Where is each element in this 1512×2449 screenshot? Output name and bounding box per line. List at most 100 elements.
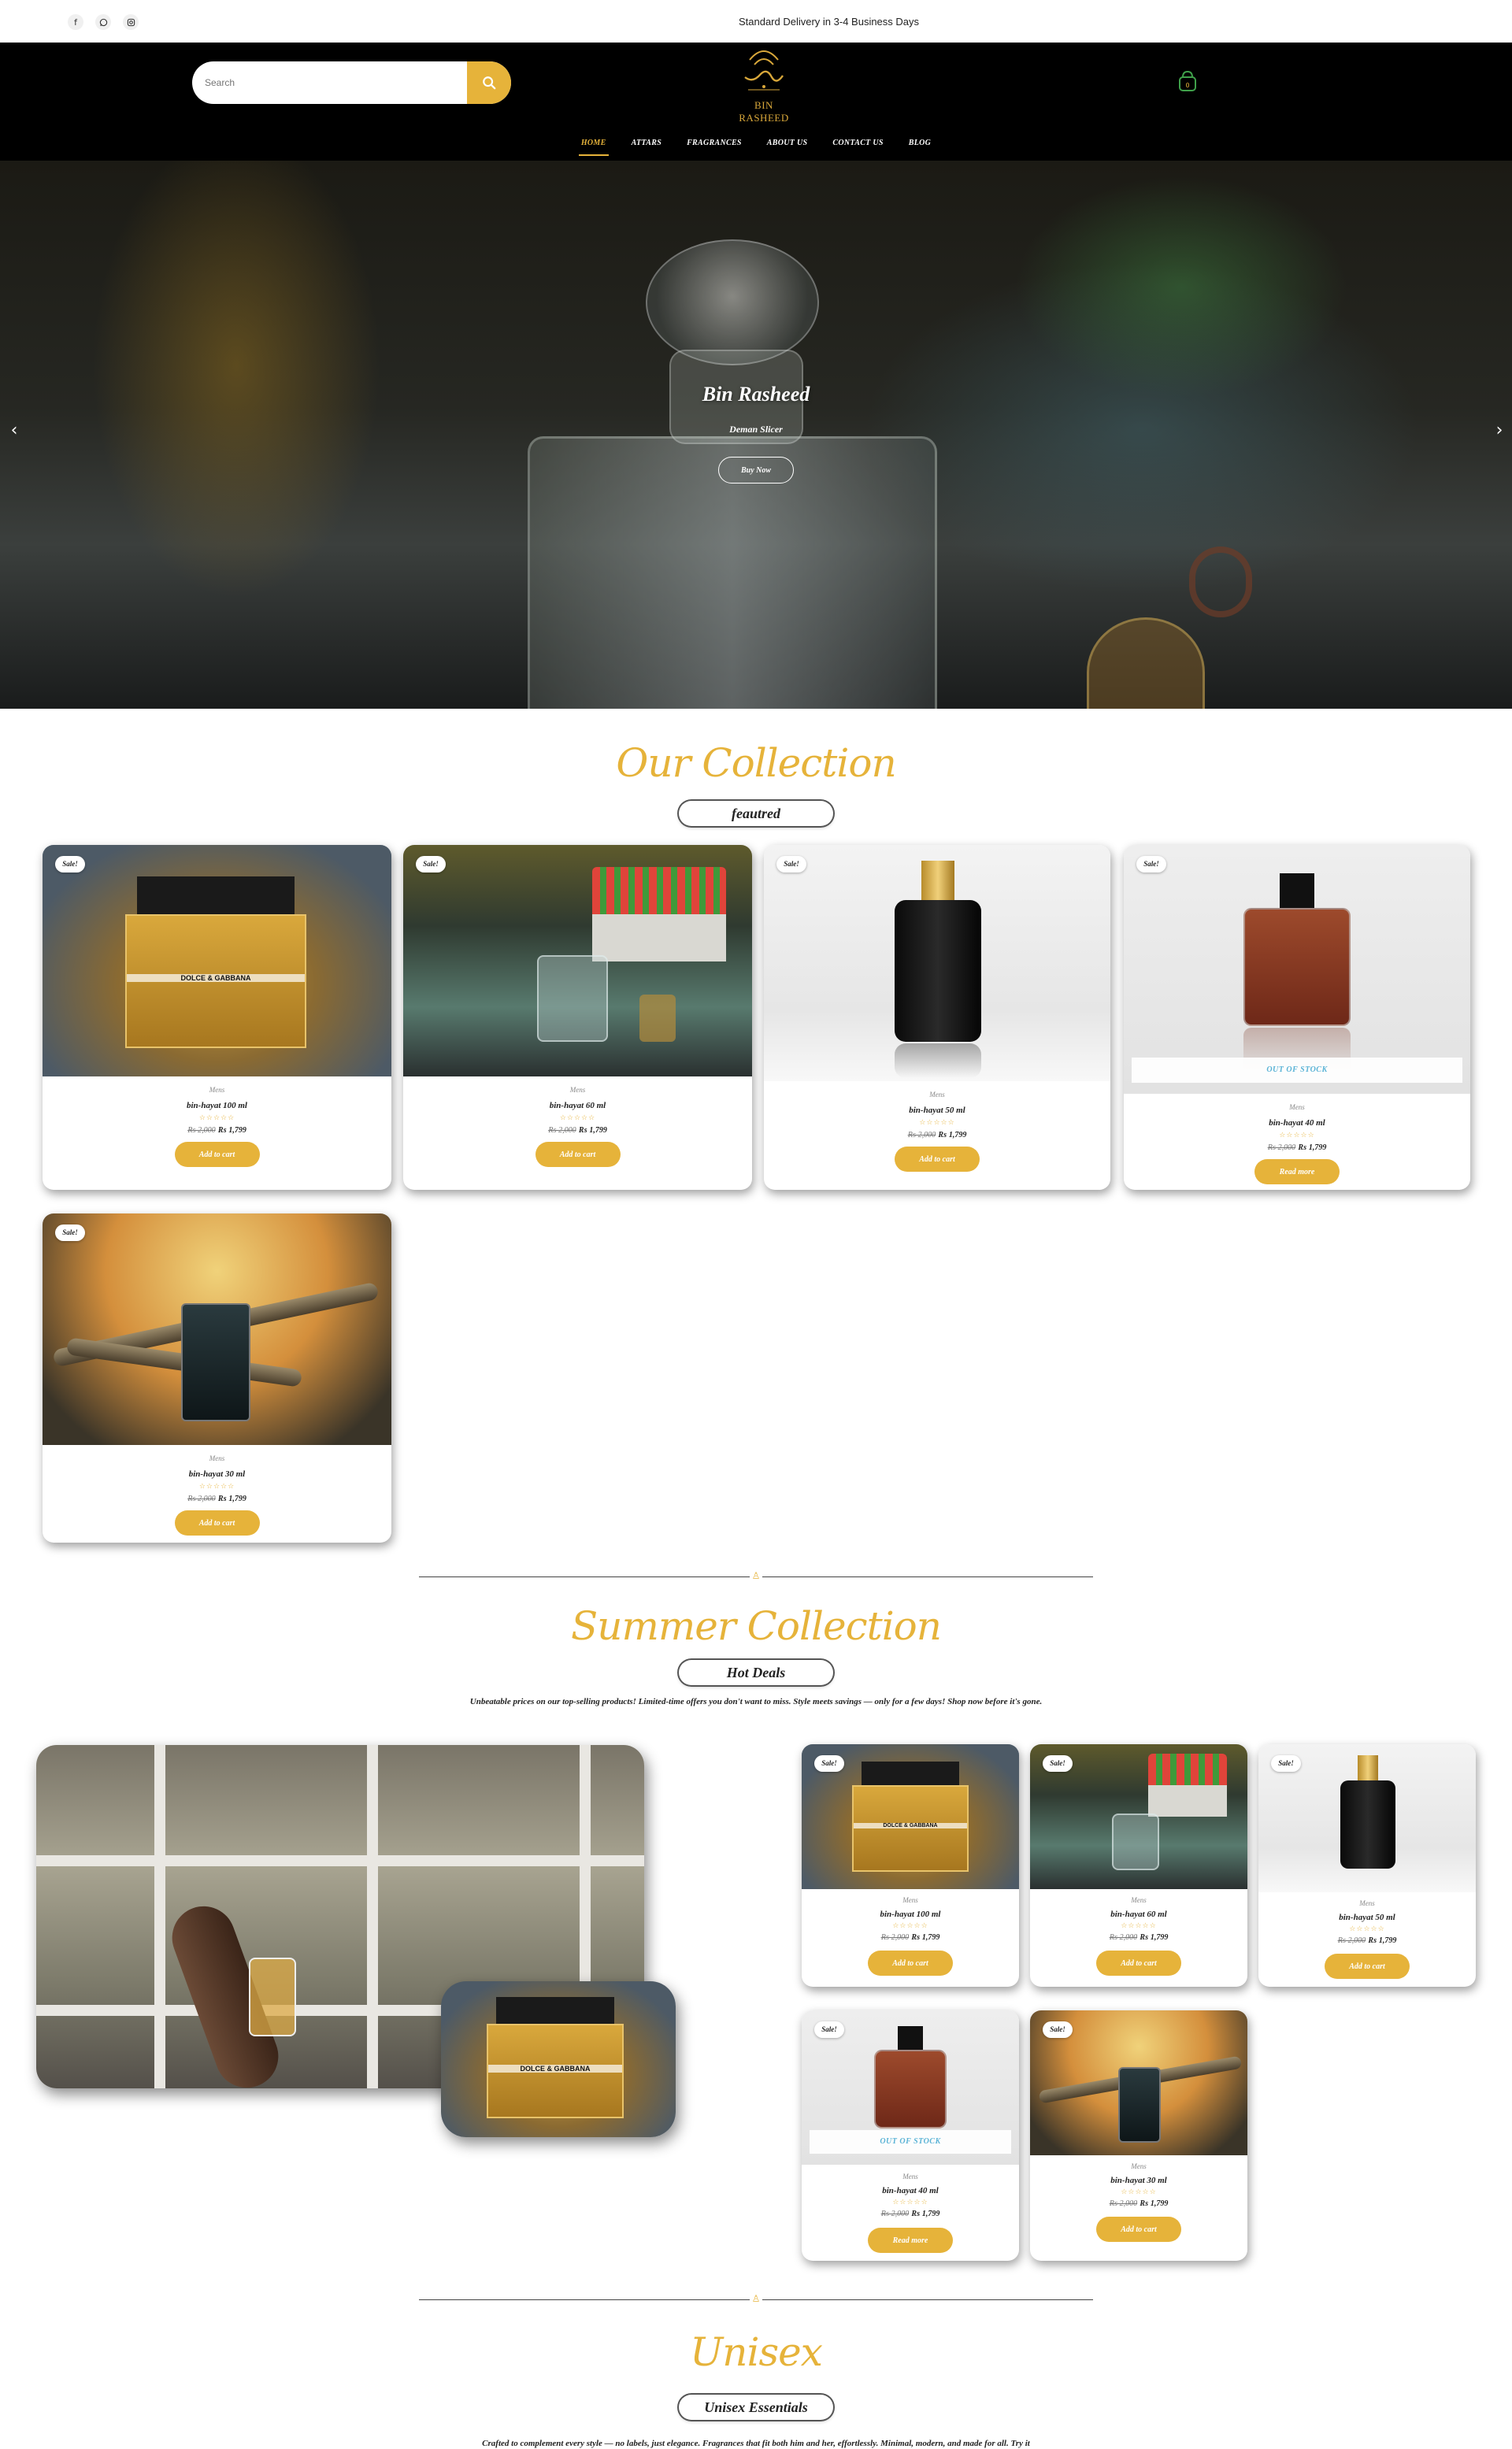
hot-deals-pill: Hot Deals xyxy=(679,1660,833,1685)
next-slide-icon[interactable]: › xyxy=(1492,421,1507,446)
out-of-stock-label: OUT OF STOCK xyxy=(1132,1058,1462,1083)
old-price: ₨ 2,000 xyxy=(1109,2199,1138,2208)
rating-stars: ☆☆☆☆☆ xyxy=(559,1114,596,1122)
new-price: ₨ 1,799 xyxy=(911,1933,940,1942)
site-header: BIN RASHEED 0 HOME ATTARS FRAGRANCES ABO… xyxy=(0,43,1512,161)
product-price: ₨ 2,000 ₨ 1,799 xyxy=(764,1131,1110,1139)
sale-badge: Sale! xyxy=(1271,1755,1301,1772)
product-name[interactable]: bin-hayat 30 ml xyxy=(1030,2176,1247,2185)
hero-title: Bin Rasheed xyxy=(702,383,810,406)
product-name[interactable]: bin-hayat 50 ml xyxy=(764,1106,1110,1115)
product-name[interactable]: bin-hayat 100 ml xyxy=(802,1910,1019,1919)
nav-blog[interactable]: BLOG xyxy=(906,134,933,154)
product-card[interactable]: Sale! Mens bin-hayat 30 ml ☆☆☆☆☆ ₨ 2,000… xyxy=(1030,2010,1247,2261)
cart-icon[interactable]: 0 xyxy=(1177,69,1199,93)
product-card[interactable]: OUT OF STOCK Sale! Mens bin-hayat 40 ml … xyxy=(802,2010,1019,2261)
summer-title: Summer Collection xyxy=(571,1603,942,1649)
new-price: ₨ 1,799 xyxy=(911,2210,940,2218)
product-price: ₨ 2,000 ₨ 1,799 xyxy=(403,1126,752,1135)
prev-slide-icon[interactable]: ‹ xyxy=(6,421,22,446)
read-more-button[interactable]: Read more xyxy=(1254,1159,1340,1184)
product-category[interactable]: Mens xyxy=(1030,2162,1247,2170)
add-to-cart-button[interactable]: Add to cart xyxy=(174,1142,260,1167)
product-image[interactable] xyxy=(764,845,1110,1081)
product-card[interactable]: OUT OF STOCK Sale! Mens bin-hayat 40 ml … xyxy=(1124,845,1470,1190)
featured-pill: feautred xyxy=(679,801,833,826)
product-card[interactable]: DOLCE & GABBANA Sale! Mens bin-hayat 100… xyxy=(802,1744,1019,1987)
perfume-bottle-icon: ♙ xyxy=(750,1569,762,1583)
sale-badge: Sale! xyxy=(776,856,806,873)
rating-stars: ☆☆☆☆☆ xyxy=(198,1114,235,1122)
search-icon xyxy=(483,76,496,90)
facebook-icon[interactable]: f xyxy=(68,14,83,30)
new-price: ₨ 1,799 xyxy=(1140,1933,1169,1942)
product-category[interactable]: Mens xyxy=(403,1086,752,1094)
product-category[interactable]: Mens xyxy=(1124,1103,1470,1111)
product-image[interactable] xyxy=(403,845,752,1076)
product-name[interactable]: bin-hayat 40 ml xyxy=(802,2186,1019,2195)
add-to-cart-button[interactable]: Add to cart xyxy=(895,1147,980,1172)
summer-description: Unbeatable prices on our top-selling pro… xyxy=(469,1697,1043,1706)
product-category[interactable]: Mens xyxy=(802,1896,1019,1904)
cart-count: 0 xyxy=(1185,82,1189,89)
product-category[interactable]: Mens xyxy=(1258,1899,1476,1907)
sale-badge: Sale! xyxy=(1136,856,1166,873)
product-image[interactable] xyxy=(1124,845,1470,1094)
nav-fragrances[interactable]: FRAGRANCES xyxy=(684,134,744,154)
product-price: ₨ 2,000 ₨ 1,799 xyxy=(1258,1936,1476,1945)
sale-badge: Sale! xyxy=(814,2021,844,2038)
add-to-cart-button[interactable]: Add to cart xyxy=(174,1510,260,1536)
nav-attars[interactable]: ATTARS xyxy=(629,134,665,154)
product-card[interactable]: Sale! Mens bin-hayat 60 ml ☆☆☆☆☆ ₨ 2,000… xyxy=(1030,1744,1247,1987)
product-image[interactable] xyxy=(43,1213,391,1445)
hero-image-glass xyxy=(1087,617,1205,709)
nav-home[interactable]: HOME xyxy=(578,134,609,156)
collection-title: Our Collection xyxy=(616,740,896,786)
product-card[interactable]: Sale! Mens bin-hayat 60 ml ☆☆☆☆☆ ₨ 2,000… xyxy=(403,845,752,1190)
add-to-cart-button[interactable]: Add to cart xyxy=(1096,1951,1181,1976)
old-price: ₨ 2,000 xyxy=(880,2210,910,2218)
new-price: ₨ 1,799 xyxy=(1298,1143,1327,1152)
product-card[interactable]: Sale! Mens bin-hayat 50 ml ☆☆☆☆☆ ₨ 2,000… xyxy=(764,845,1110,1190)
read-more-button[interactable]: Read more xyxy=(868,2228,953,2253)
add-to-cart-button[interactable]: Add to cart xyxy=(1096,2217,1181,2242)
product-name[interactable]: bin-hayat 60 ml xyxy=(403,1101,752,1110)
product-category[interactable]: Mens xyxy=(1030,1896,1247,1904)
unisex-essentials-pill: Unisex Essentials xyxy=(679,2395,833,2420)
out-of-stock-label: OUT OF STOCK xyxy=(810,2130,1011,2154)
nav-about-us[interactable]: ABOUT US xyxy=(765,134,810,154)
add-to-cart-button[interactable]: Add to cart xyxy=(1325,1954,1410,1979)
delivery-notice: Standard Delivery in 3-4 Business Days xyxy=(738,16,920,28)
product-card[interactable]: DOLCE & GABBANA Sale! Mens bin-hayat 100… xyxy=(43,845,391,1190)
product-category[interactable]: Mens xyxy=(802,2173,1019,2180)
product-name[interactable]: bin-hayat 60 ml xyxy=(1030,1910,1247,1919)
search-input[interactable] xyxy=(205,73,457,92)
unisex-title: Unisex xyxy=(690,2329,823,2375)
product-price: ₨ 2,000 ₨ 1,799 xyxy=(43,1495,391,1503)
product-category[interactable]: Mens xyxy=(764,1091,1110,1099)
product-name[interactable]: bin-hayat 30 ml xyxy=(43,1469,391,1479)
add-to-cart-button[interactable]: Add to cart xyxy=(868,1951,953,1976)
product-category[interactable]: Mens xyxy=(43,1086,391,1094)
product-name[interactable]: bin-hayat 50 ml xyxy=(1258,1913,1476,1922)
product-name[interactable]: bin-hayat 40 ml xyxy=(1124,1118,1470,1128)
product-card[interactable]: Sale! Mens bin-hayat 30 ml ☆☆☆☆☆ ₨ 2,000… xyxy=(43,1213,391,1543)
perfume-bottle-icon: ♙ xyxy=(750,2292,762,2306)
rating-stars: ☆☆☆☆☆ xyxy=(1279,1132,1315,1139)
product-name[interactable]: bin-hayat 100 ml xyxy=(43,1101,391,1110)
old-price: ₨ 2,000 xyxy=(187,1495,216,1503)
instagram-icon[interactable] xyxy=(123,14,139,30)
nav-contact-us[interactable]: CONTACT US xyxy=(830,134,885,154)
product-image[interactable]: DOLCE & GABBANA xyxy=(43,845,391,1076)
brand-logo-text: BIN RASHEED xyxy=(739,99,789,124)
sale-badge: Sale! xyxy=(1043,1755,1073,1772)
product-card[interactable]: Sale! Mens bin-hayat 50 ml ☆☆☆☆☆ ₨ 2,000… xyxy=(1258,1744,1476,1987)
sale-badge: Sale! xyxy=(814,1755,844,1772)
product-price: ₨ 2,000 ₨ 1,799 xyxy=(43,1126,391,1135)
hero-subtitle: Deman Slicer xyxy=(729,424,783,435)
buy-now-button[interactable]: Buy Now xyxy=(718,457,794,484)
whatsapp-icon[interactable] xyxy=(95,14,111,30)
search-button[interactable] xyxy=(467,61,511,104)
add-to-cart-button[interactable]: Add to cart xyxy=(535,1142,621,1167)
product-category[interactable]: Mens xyxy=(43,1454,391,1462)
